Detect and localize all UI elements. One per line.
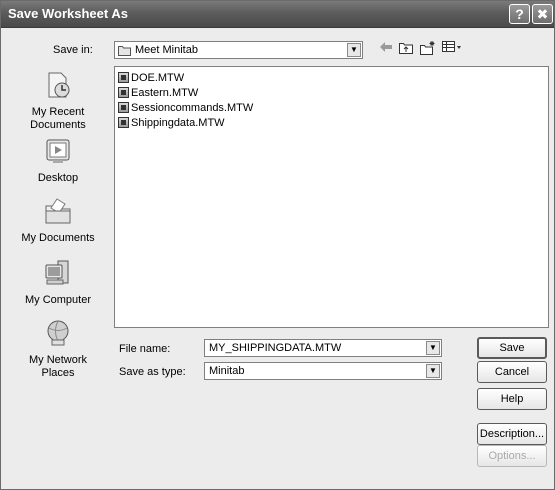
place-label: Documents: [30, 119, 86, 131]
my-documents-icon: [9, 196, 107, 230]
description-button[interactable]: Description...: [477, 423, 547, 445]
save-in-value: Meet Minitab: [135, 44, 198, 56]
recent-documents-icon: [9, 70, 107, 104]
list-item[interactable]: Eastern.MTW: [118, 86, 198, 101]
back-arrow-icon[interactable]: [379, 41, 393, 56]
places-bar: My Recent Documents Desktop My Documents…: [9, 66, 107, 386]
file-item-label: Shippingdata.MTW: [131, 117, 225, 129]
list-item[interactable]: Shippingdata.MTW: [118, 116, 225, 131]
file-name-value: MY_SHIPPINGDATA.MTW: [209, 342, 342, 354]
save-button[interactable]: Save: [477, 337, 547, 359]
place-my-network-places[interactable]: My Network Places: [9, 318, 107, 380]
chevron-down-icon[interactable]: ▼: [426, 364, 440, 378]
dialog-title: Save Worksheet As: [8, 6, 128, 21]
save-as-type-label: Save as type:: [119, 366, 186, 378]
network-places-icon: [9, 318, 107, 352]
place-label: My Recent: [31, 106, 85, 118]
save-in-label: Save in:: [53, 44, 93, 56]
worksheet-file-icon: [118, 72, 129, 83]
place-my-recent-documents[interactable]: My Recent Documents: [9, 70, 107, 132]
desktop-icon: [9, 138, 107, 170]
my-computer-icon: [9, 258, 107, 292]
close-button[interactable]: ✖: [532, 4, 553, 24]
title-bar[interactable]: Save Worksheet As ? ✖: [1, 1, 554, 28]
place-my-documents[interactable]: My Documents: [9, 196, 107, 245]
save-worksheet-dialog: Save Worksheet As ? ✖ Save in: Meet Mini…: [0, 0, 555, 490]
cancel-button[interactable]: Cancel: [477, 361, 547, 383]
list-item[interactable]: DOE.MTW: [118, 71, 184, 86]
file-item-label: Eastern.MTW: [131, 87, 199, 99]
place-label: My Documents: [21, 232, 95, 244]
file-item-label: DOE.MTW: [131, 72, 185, 84]
worksheet-file-icon: [118, 117, 129, 128]
place-label: My Computer: [24, 294, 92, 306]
worksheet-file-icon: [118, 87, 129, 98]
file-name-input[interactable]: MY_SHIPPINGDATA.MTW ▼: [204, 339, 442, 357]
save-in-dropdown[interactable]: Meet Minitab ▼: [114, 41, 363, 59]
new-folder-icon[interactable]: [420, 41, 436, 58]
chevron-down-icon[interactable]: ▼: [426, 341, 440, 355]
list-item[interactable]: Sessioncommands.MTW: [118, 101, 253, 116]
view-menu-icon[interactable]: [442, 41, 462, 56]
chevron-down-icon[interactable]: ▼: [347, 43, 361, 57]
help-button[interactable]: Help: [477, 388, 547, 410]
help-title-button[interactable]: ?: [509, 4, 530, 24]
place-my-computer[interactable]: My Computer: [9, 258, 107, 307]
folder-icon: [118, 45, 131, 59]
file-name-label: File name:: [119, 343, 171, 355]
up-folder-icon[interactable]: [399, 41, 414, 57]
place-label: Desktop: [37, 172, 79, 184]
save-as-type-dropdown[interactable]: Minitab ▼: [204, 362, 442, 380]
place-label: My Network: [28, 354, 88, 366]
file-item-label: Sessioncommands.MTW: [131, 102, 254, 114]
options-button[interactable]: Options...: [477, 445, 547, 467]
worksheet-file-icon: [118, 102, 129, 113]
place-label: Places: [41, 367, 75, 379]
save-as-type-value: Minitab: [209, 365, 245, 377]
place-desktop[interactable]: Desktop: [9, 138, 107, 185]
file-list[interactable]: DOE.MTW Eastern.MTW Sessioncommands.MTW …: [114, 66, 549, 328]
